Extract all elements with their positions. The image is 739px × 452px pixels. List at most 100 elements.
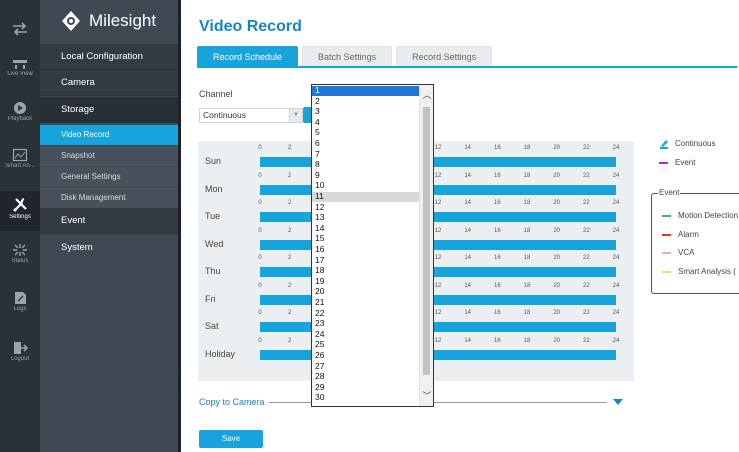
- hour-tick: 12: [434, 200, 442, 206]
- rail-settings[interactable]: Settings: [0, 191, 40, 231]
- channel-option[interactable]: 13: [312, 213, 420, 223]
- channel-option[interactable]: 20: [312, 287, 420, 297]
- legend-smart-analysis[interactable]: Smart Analysis (: [662, 267, 736, 276]
- rail-live-view[interactable]: Live View: [0, 55, 40, 87]
- milesight-logo-icon: [62, 11, 80, 31]
- legend-motion-detection[interactable]: Motion Detection: [662, 211, 738, 220]
- channel-option[interactable]: 2: [312, 96, 420, 107]
- status-icon: [13, 244, 27, 256]
- channel-option[interactable]: 10: [312, 181, 420, 191]
- rail-smart-analysis[interactable]: Smart An...: [0, 145, 40, 179]
- legend-continuous-label: Continuous: [675, 139, 716, 149]
- hour-tick: 18: [523, 282, 531, 289]
- rail-label: Playback: [7, 116, 33, 122]
- scrollbar-thumb[interactable]: [423, 107, 430, 375]
- hour-tick: 20: [553, 200, 560, 206]
- copy-to-camera-link[interactable]: Copy to Camera: [199, 397, 265, 407]
- legend-event[interactable]: Event: [659, 158, 695, 167]
- channel-option[interactable]: 7: [312, 149, 420, 160]
- channel-option[interactable]: 5: [312, 128, 420, 138]
- tab-batch-settings[interactable]: Batch Settings: [302, 46, 393, 67]
- rail-playback[interactable]: Playback: [0, 98, 40, 132]
- channel-dropdown-list[interactable]: 30 29 28 27 26 25 24 23 22 21 20 19 18 17 16 15 14 13 12 11…: [311, 84, 434, 407]
- hour-tick: 20: [553, 282, 560, 289]
- day-label: Thu: [205, 266, 221, 276]
- channel-option[interactable]: 16: [312, 244, 420, 255]
- hour-tick: 18: [523, 227, 531, 234]
- menu-local-configuration[interactable]: Local Configuration: [40, 44, 178, 70]
- hour-tick: 22: [582, 145, 590, 151]
- menu-item-disk-management[interactable]: Disk Management: [40, 188, 178, 208]
- channel-option[interactable]: 12: [312, 202, 420, 213]
- tab-record-schedule[interactable]: Record Schedule: [197, 46, 299, 67]
- menu-item-video-record[interactable]: Video Record: [40, 125, 178, 145]
- hour-tick: 0: [258, 337, 262, 344]
- channel-option[interactable]: 6: [312, 138, 420, 149]
- menu-item-general-settings[interactable]: General Settings: [40, 167, 178, 187]
- menu-storage[interactable]: Storage: [40, 97, 178, 123]
- hour-tick: 14: [464, 145, 471, 151]
- day-label: Tue: [205, 211, 221, 221]
- channel-option[interactable]: 17: [312, 255, 420, 266]
- channel-option[interactable]: 25: [312, 340, 420, 350]
- hour-tick: 16: [493, 145, 501, 151]
- tab-bar: Record Schedule Batch Settings Record Se…: [197, 46, 496, 67]
- menu-item-snapshot[interactable]: Snapshot: [40, 146, 178, 166]
- channel-option[interactable]: 27: [312, 361, 420, 372]
- channel-option[interactable]: 28: [312, 372, 420, 382]
- rail-swap[interactable]: [0, 22, 40, 46]
- scroll-up-icon[interactable]: ︿: [420, 88, 433, 102]
- main-panel: Video Record Record Schedule Batch Setti…: [181, 0, 739, 452]
- day-label: Mon: [205, 183, 223, 194]
- hour-tick: 14: [464, 337, 471, 344]
- hour-tick: 2: [287, 255, 292, 261]
- record-mode-select[interactable]: Continuous ▼: [199, 108, 303, 123]
- channel-option[interactable]: 26: [312, 350, 420, 361]
- channel-option[interactable]: 14: [312, 223, 420, 234]
- legend-alarm[interactable]: Alarm: [662, 230, 699, 239]
- logout-icon: [14, 342, 28, 354]
- channel-option[interactable]: 23: [312, 319, 420, 329]
- channel-option[interactable]: 22: [312, 308, 420, 319]
- hour-tick: 12: [434, 227, 442, 234]
- channel-option[interactable]: 8: [312, 160, 420, 170]
- menu-camera[interactable]: Camera: [40, 70, 178, 96]
- menu-system[interactable]: System: [40, 235, 178, 261]
- channel-option[interactable]: 21: [312, 297, 420, 308]
- hour-tick: 20: [553, 337, 560, 344]
- channel-option[interactable]: 3: [312, 107, 420, 117]
- nvr-settings-window: Live View Playback Smart An... Settings …: [0, 0, 739, 452]
- hour-tick: 24: [612, 337, 620, 344]
- channel-option[interactable]: 18: [312, 266, 420, 276]
- channel-option[interactable]: 9: [312, 170, 420, 181]
- tab-record-settings[interactable]: Record Settings: [396, 46, 493, 67]
- hour-tick: 22: [582, 337, 590, 344]
- dropdown-scrollbar[interactable]: ︿ ﹀: [419, 85, 433, 406]
- scroll-down-icon[interactable]: ﹀: [420, 389, 433, 403]
- brand-logo: Milesight: [60, 10, 156, 32]
- rail-logout[interactable]: Logout: [0, 338, 40, 372]
- channel-option[interactable]: 29: [312, 382, 420, 393]
- hour-tick: 18: [523, 255, 531, 261]
- channel-option[interactable]: 24: [312, 329, 420, 340]
- channel-label: Channel: [199, 89, 233, 99]
- hour-tick: 12: [434, 145, 442, 151]
- hour-tick: 22: [582, 172, 590, 179]
- hour-tick: 16: [493, 227, 501, 234]
- channel-option[interactable]: 1: [312, 85, 420, 96]
- hour-tick: 20: [553, 227, 560, 234]
- rail-logs[interactable]: Logs: [0, 288, 40, 322]
- hour-tick: 2: [287, 172, 292, 179]
- legend-vca[interactable]: VCA: [662, 248, 694, 257]
- legend-continuous[interactable]: Continuous: [659, 139, 715, 149]
- channel-option[interactable]: 30: [312, 393, 420, 403]
- rail-status[interactable]: Status: [0, 240, 40, 274]
- menu-event[interactable]: Event: [40, 208, 178, 234]
- expand-triangle-icon[interactable]: [613, 399, 623, 405]
- channel-option[interactable]: 11: [312, 191, 420, 202]
- channel-option[interactable]: 4: [312, 117, 420, 128]
- channel-option[interactable]: 19: [312, 276, 420, 287]
- save-button[interactable]: Save: [199, 430, 263, 448]
- channel-option[interactable]: 15: [312, 234, 420, 244]
- hour-tick: 22: [582, 255, 590, 261]
